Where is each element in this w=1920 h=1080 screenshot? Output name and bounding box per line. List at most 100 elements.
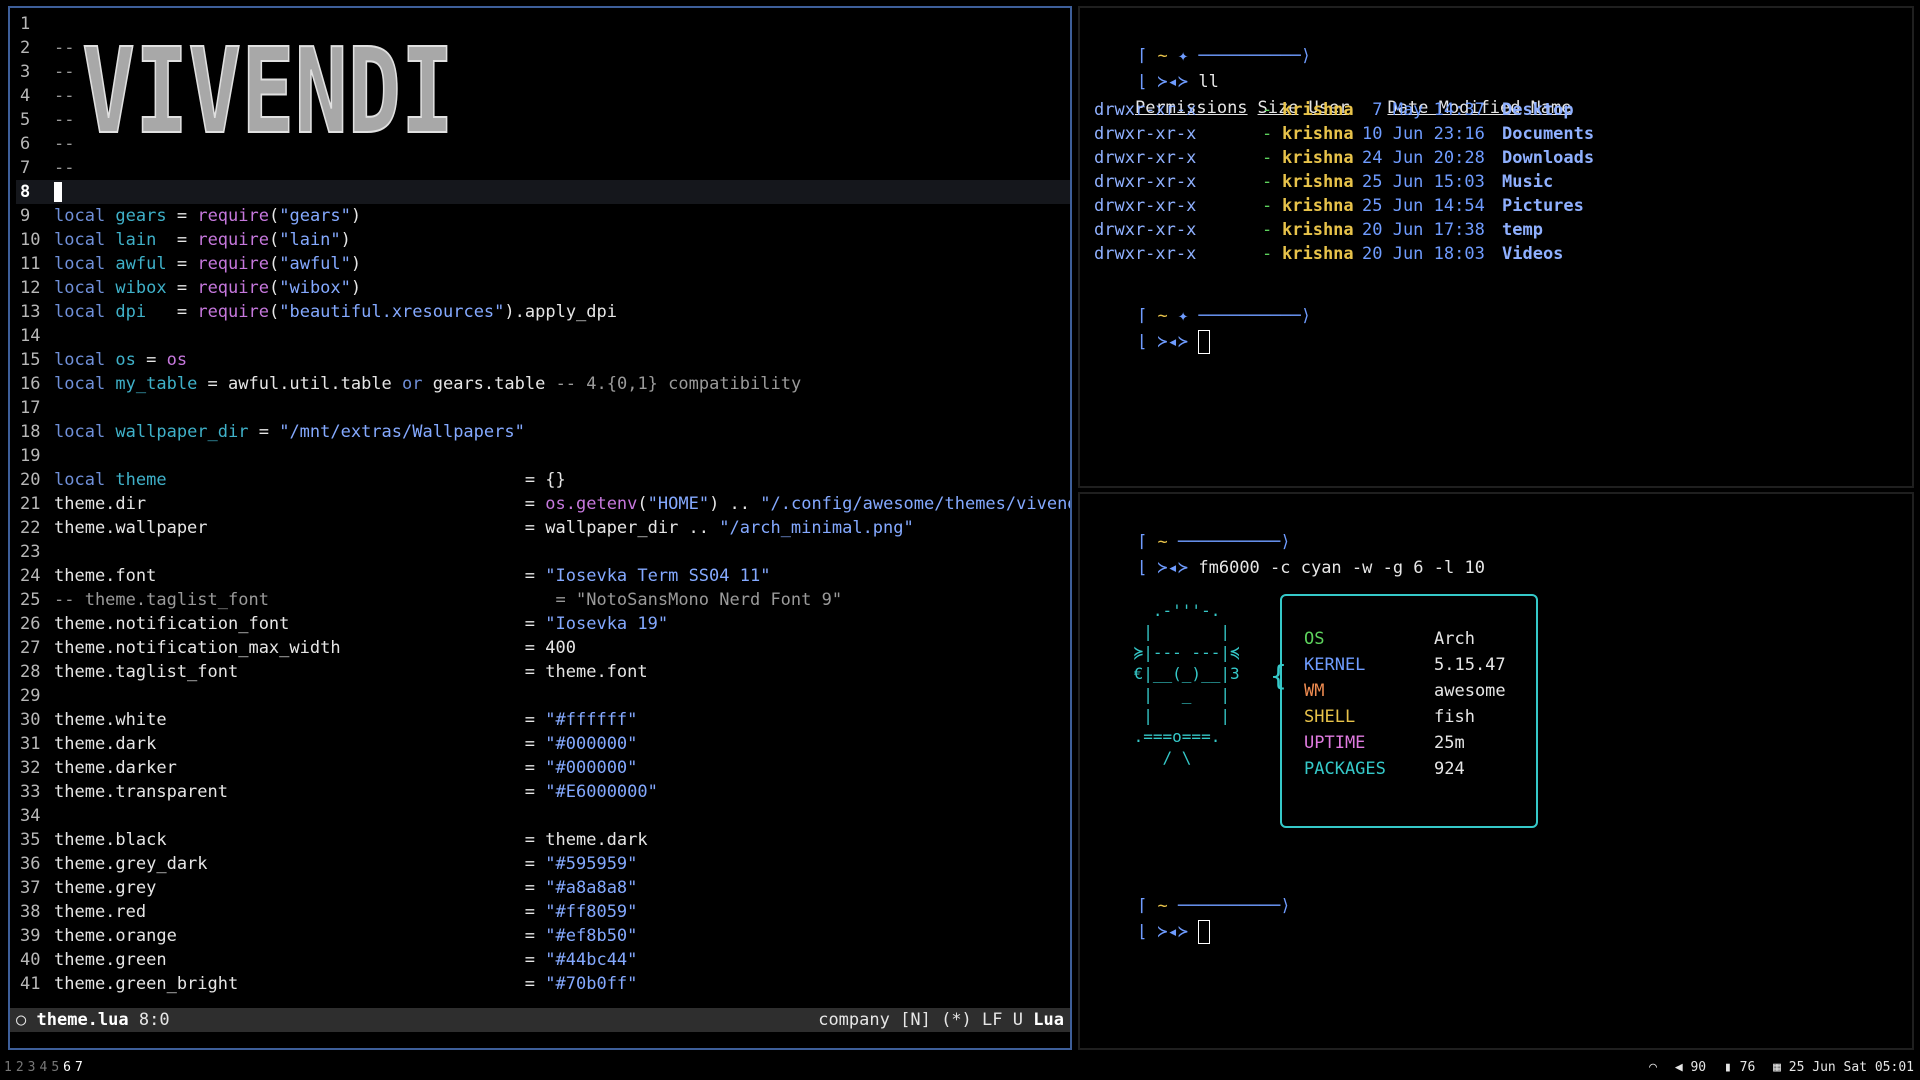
code-line[interactable]: 36 theme.grey_dark = "#595959" — [16, 852, 1070, 876]
code-line[interactable]: 30 theme.white = "#ffffff" — [16, 708, 1070, 732]
row-name[interactable]: Music — [1502, 172, 1553, 192]
code-line[interactable]: 37 theme.grey = "#a8a8a8" — [16, 876, 1070, 900]
info-key: OS — [1304, 629, 1325, 649]
code-line[interactable]: 21 theme.dir = os.getenv("HOME") .. "/.co… — [16, 492, 1070, 516]
code-line[interactable]: 2 -- — [16, 36, 1070, 60]
code-line[interactable]: 12 local wibox = require("wibox") — [16, 276, 1070, 300]
code-token: theme.grey_dark = — [54, 854, 546, 874]
code-line[interactable]: 20 local theme = {} — [16, 468, 1070, 492]
line-text: theme.green_bright = "#70b0ff" — [54, 972, 637, 996]
code-token: "gears" — [279, 206, 351, 226]
code-line[interactable]: 14 — [16, 324, 1070, 348]
code-line[interactable]: 18 local wallpaper_dir = "/mnt/extras/Wal… — [16, 420, 1070, 444]
code-line[interactable]: 11 local awful = require("awful") — [16, 252, 1070, 276]
row-size: - — [1262, 124, 1273, 144]
code-token: ) — [350, 206, 362, 226]
code-line[interactable]: 10 local lain = require("lain") — [16, 228, 1070, 252]
code-token: ( — [268, 230, 280, 250]
row-name[interactable]: Documents — [1502, 124, 1594, 144]
row-name[interactable]: Pictures — [1502, 196, 1584, 216]
tag-6[interactable]: 6 — [63, 1056, 71, 1080]
code-area[interactable]: 1 2 -- 3 -- 4 -- 5 -- 6 -- 7 -- 8 9 local gears = requi… — [16, 12, 1070, 996]
terminal-top[interactable]: ⌈ ~ ✦ ──────────⟩ ⌊ ≻◂≻ ll Permissions Si… — [1078, 6, 1914, 488]
code-token: local — [54, 374, 116, 394]
code-line[interactable]: 24 theme.font = "Iosevka Term SS04 11" — [16, 564, 1070, 588]
tag-2[interactable]: 2 — [16, 1056, 24, 1080]
code-line[interactable]: 16 local my_table = awful.util.table or g… — [16, 372, 1070, 396]
info-key: WM — [1304, 681, 1325, 701]
code-token: "awful" — [279, 254, 351, 274]
code-line[interactable]: 35 theme.black = theme.dark — [16, 828, 1070, 852]
code-token: = — [156, 230, 198, 250]
terminal-bottom[interactable]: ⌈ ~ ──────────⟩ ⌊ ≻◂≻ fm6000 -c cyan -w … — [1078, 492, 1914, 1050]
code-line[interactable]: 7 -- — [16, 156, 1070, 180]
tag-1[interactable]: 1 — [4, 1056, 12, 1080]
taglist[interactable]: 1234567 — [4, 1056, 87, 1080]
tag-5[interactable]: 5 — [51, 1056, 59, 1080]
code-line[interactable]: 17 — [16, 396, 1070, 420]
code-token: -- — [54, 158, 75, 178]
code-line[interactable]: 9 local gears = require("gears") — [16, 204, 1070, 228]
code-line[interactable]: 40 theme.green = "#44bc44" — [16, 948, 1070, 972]
info-value: 25m — [1434, 733, 1465, 753]
row-name[interactable]: Videos — [1502, 244, 1563, 264]
code-line[interactable]: 5 -- — [16, 108, 1070, 132]
code-line[interactable]: 32 theme.darker = "#000000" — [16, 756, 1070, 780]
tag-4[interactable]: 4 — [39, 1056, 47, 1080]
code-line[interactable]: 31 theme.dark = "#000000" — [16, 732, 1070, 756]
code-line[interactable]: 26 theme.notification_font = "Iosevka 19" — [16, 612, 1070, 636]
code-line[interactable]: 3 -- — [16, 60, 1070, 84]
code-token: -- — [54, 110, 75, 130]
code-line[interactable]: 23 — [16, 540, 1070, 564]
info-value: Arch — [1434, 629, 1475, 649]
code-token: theme.green_bright = — [54, 974, 546, 994]
code-line[interactable]: 41 theme.green_bright = "#70b0ff" — [16, 972, 1070, 996]
code-line[interactable]: 39 theme.orange = "#ef8b50" — [16, 924, 1070, 948]
code-line[interactable]: 1 — [16, 12, 1070, 36]
status-icon: ○ — [16, 1010, 27, 1030]
tag-3[interactable]: 3 — [28, 1056, 36, 1080]
clock-datetime[interactable]: 25 Jun Sat 05:01 — [1789, 1060, 1914, 1075]
code-line[interactable]: 22 theme.wallpaper = wallpaper_dir .. "/a… — [16, 516, 1070, 540]
row-permissions: drwxr-xr-x — [1094, 172, 1197, 192]
code-line[interactable]: 19 — [16, 444, 1070, 468]
row-permissions: drwxr-xr-x — [1094, 220, 1197, 240]
code-line[interactable]: 33 theme.transparent = "#E6000000" — [16, 780, 1070, 804]
volume-value: 90 — [1690, 1060, 1707, 1075]
line-text: theme.black = theme.dark — [54, 828, 648, 852]
code-line[interactable]: 13 local dpi = require("beautiful.xresour… — [16, 300, 1070, 324]
ls-row: drwxr-xr-x - krishna 20 Jun 17:38 temp — [1094, 218, 1594, 242]
line-text: theme.green = "#44bc44" — [54, 948, 637, 972]
wifi-icon[interactable]: ◠ — [1649, 1060, 1657, 1075]
code-line[interactable]: 15 local os = os — [16, 348, 1070, 372]
prompt-line-4[interactable]: ⌊ ≻◂≻ — [1096, 306, 1211, 378]
code-token: theme — [115, 470, 167, 490]
row-name[interactable]: Desktop — [1502, 100, 1574, 120]
line-number: 33 — [20, 782, 41, 802]
line-text: theme.white = "#ffffff" — [54, 708, 637, 732]
code-token: gears — [115, 206, 167, 226]
row-name[interactable]: temp — [1502, 220, 1543, 240]
code-line[interactable]: 27 theme.notification_max_width = 400 — [16, 636, 1070, 660]
code-line[interactable]: 4 -- — [16, 84, 1070, 108]
row-name[interactable]: Downloads — [1502, 148, 1594, 168]
volume-icon[interactable]: ◀ — [1675, 1060, 1683, 1075]
code-line[interactable]: 6 -- — [16, 132, 1070, 156]
line-text: theme.dark = "#000000" — [54, 732, 637, 756]
line-number: 14 — [20, 326, 41, 346]
code-token: theme.dir = — [54, 494, 546, 514]
tag-7[interactable]: 7 — [75, 1056, 83, 1080]
prompt-line-4[interactable]: ⌊ ≻◂≻ — [1096, 896, 1211, 968]
line-text: theme.grey_dark = "#595959" — [54, 852, 637, 876]
code-line[interactable]: 28 theme.taglist_font = theme.font — [16, 660, 1070, 684]
code-token: = awful.util.table — [197, 374, 403, 394]
code-line[interactable]: 34 — [16, 804, 1070, 828]
code-line[interactable]: 29 — [16, 684, 1070, 708]
status-encoding: U — [1012, 1010, 1024, 1030]
code-token: wallpaper_dir — [115, 422, 249, 442]
editor-pane[interactable]: VIVENDI 1 2 -- 3 -- 4 -- 5 -- 6 -- 7 -- 8 9 local gears… — [8, 6, 1072, 1050]
code-line[interactable]: 25 -- theme.taglist_font = "NotoSansMono … — [16, 588, 1070, 612]
line-number: 11 — [20, 254, 41, 274]
code-line[interactable]: 38 theme.red = "#ff8059" — [16, 900, 1070, 924]
code-line[interactable]: 8 — [16, 180, 1070, 204]
